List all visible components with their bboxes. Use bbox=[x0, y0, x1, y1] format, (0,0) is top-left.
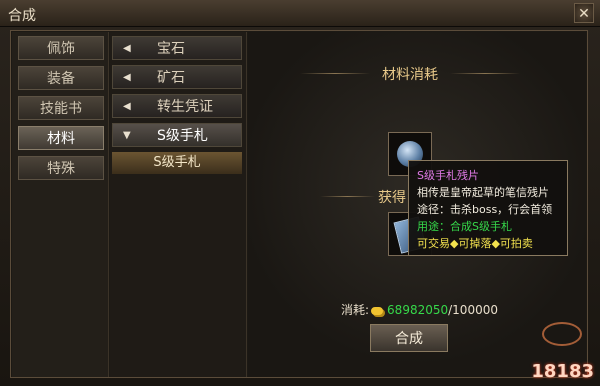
watermark-ring-icon bbox=[542, 322, 582, 346]
category-special[interactable]: 特殊 bbox=[18, 156, 104, 180]
obtain-section-title: 获得 bbox=[378, 190, 406, 206]
tooltip-source: 途径：击杀boss，行会首领 bbox=[417, 203, 553, 216]
item-s-manuscript[interactable]: ▼ S级手札 bbox=[112, 123, 242, 147]
tooltip-use: 用途：合成S级手札 bbox=[417, 220, 512, 233]
item-gem[interactable]: ◀ 宝石 bbox=[112, 36, 242, 60]
cost-required: /100000 bbox=[448, 303, 498, 317]
collapse-arrow-icon: ◀ bbox=[123, 43, 131, 54]
collapse-arrow-icon: ◀ bbox=[123, 101, 131, 112]
synthesis-window: 合成 ✕ 佩饰 装备 技能书 材料 特殊 ◀ 宝石 ◀ 矿石 ◀ 转生凭证 ▼ … bbox=[0, 0, 600, 386]
category-skillbook[interactable]: 技能书 bbox=[18, 96, 104, 120]
item-list-panel: ◀ 宝石 ◀ 矿石 ◀ 转生凭证 ▼ S级手札 S级手札 bbox=[110, 32, 247, 377]
item-tooltip: S级手札残片 相传是皇帝起草的笔信残片 途径：击杀boss，行会首领 用途：合成… bbox=[408, 160, 568, 256]
tooltip-description: 相传是皇帝起草的笔信残片 bbox=[417, 186, 549, 199]
divider bbox=[300, 73, 370, 74]
category-material[interactable]: 材料 bbox=[18, 126, 104, 150]
tooltip-flags: 可交易◆可掉落◆可拍卖 bbox=[417, 237, 533, 250]
item-label: 矿石 bbox=[157, 70, 185, 86]
gold-coin-icon bbox=[371, 306, 384, 315]
site-watermark: 18183 bbox=[531, 361, 594, 382]
category-accessory[interactable]: 佩饰 bbox=[18, 36, 104, 60]
tooltip-item-name: S级手札残片 bbox=[417, 169, 479, 182]
cost-label: 消耗: bbox=[341, 303, 370, 317]
expand-arrow-icon: ▼ bbox=[123, 130, 131, 141]
divider bbox=[320, 196, 375, 197]
category-equipment[interactable]: 装备 bbox=[18, 66, 104, 90]
close-button[interactable]: ✕ bbox=[574, 3, 594, 23]
materials-section-title: 材料消耗 bbox=[382, 67, 438, 83]
window-title: 合成 bbox=[8, 8, 36, 24]
craft-button[interactable]: 合成 bbox=[370, 324, 448, 352]
divider bbox=[450, 73, 520, 74]
item-label: S级手札 bbox=[157, 128, 208, 144]
subitem-s-manuscript[interactable]: S级手札 bbox=[112, 152, 242, 174]
category-panel: 佩饰 装备 技能书 材料 特殊 bbox=[12, 32, 109, 377]
item-label: 转生凭证 bbox=[157, 99, 213, 115]
item-rebirth-voucher[interactable]: ◀ 转生凭证 bbox=[112, 94, 242, 118]
cost-line: 消耗: 68982050/100000 bbox=[341, 301, 498, 318]
collapse-arrow-icon: ◀ bbox=[123, 72, 131, 83]
item-label: 宝石 bbox=[157, 41, 185, 57]
item-ore[interactable]: ◀ 矿石 bbox=[112, 65, 242, 89]
title-bar[interactable]: 合成 ✕ bbox=[0, 0, 600, 27]
cost-owned: 68982050 bbox=[387, 303, 449, 317]
